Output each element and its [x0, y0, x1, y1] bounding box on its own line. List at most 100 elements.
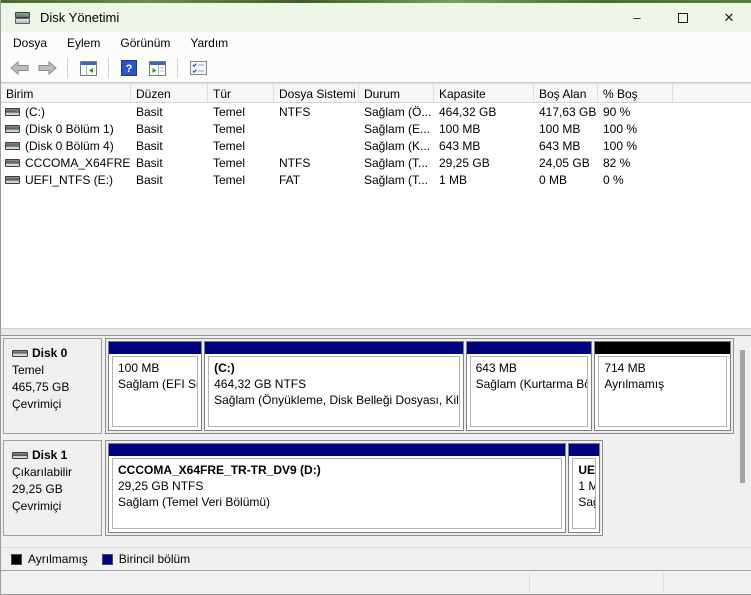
close-button[interactable]: ✕ [706, 3, 751, 32]
partition-status: Ayrılmamış [604, 377, 665, 391]
menu-view[interactable]: Görünüm [110, 33, 180, 53]
partition-efi[interactable]: 100 MB Sağlam (EFI Sis [108, 341, 203, 431]
partition-c[interactable]: (C:) 464,32 GB NTFS Sağlam (Önyükleme, D… [204, 341, 464, 431]
column-header-capacity[interactable]: Kapasite [434, 84, 534, 102]
drive-icon [5, 175, 20, 184]
volume-row[interactable]: (Disk 0 Bölüm 4) Basit Temel Sağlam (K..… [1, 137, 751, 154]
volume-name: (Disk 0 Bölüm 4) [25, 138, 114, 153]
primary-partition-bar [109, 342, 202, 354]
partition-size: 29,25 GB NTFS [118, 479, 204, 493]
disk1-kind: Çıkarılabilir [12, 465, 73, 479]
menu-help[interactable]: Yardım [180, 33, 238, 53]
disk1-name: Disk 1 [32, 448, 68, 462]
volume-name: (C:) [25, 104, 45, 119]
volume-name: (Disk 0 Bölüm 1) [25, 121, 114, 136]
disk-row-1: Disk 1 Çıkarılabilir 29,25 GB Çevrimiçi … [3, 440, 734, 536]
toolbar-separator [108, 58, 109, 78]
volume-type: Temel [213, 155, 246, 170]
status-bar [1, 571, 751, 595]
menu-bar: Dosya Eylem Görünüm Yardım [1, 32, 751, 54]
volume-freespace: 0 MB [539, 172, 568, 187]
volume-row[interactable]: UEFI_NTFS (E:) Basit Temel FAT Sağlam (T… [1, 171, 751, 188]
column-header-layout[interactable]: Düzen [131, 84, 208, 102]
pane-splitter[interactable] [1, 328, 751, 336]
partition-status: Sağ [578, 495, 595, 509]
volume-pctfree: 90 % [603, 104, 631, 119]
help-icon[interactable]: ? [117, 56, 141, 80]
title-bar[interactable]: Disk Yönetimi – ✕ [1, 3, 751, 32]
legend-bar: Ayrılmamış Birincil bölüm [1, 547, 751, 571]
disk1-size: 29,25 GB [12, 482, 63, 496]
volume-status: Sağlam (E... [364, 121, 431, 136]
partition-recovery[interactable]: 643 MB Sağlam (Kurtarma Böl [465, 341, 593, 431]
partition-d[interactable]: CCCOMA_X64FRE_TR-TR_DV9 (D:) 29,25 GB NT… [108, 443, 567, 533]
volume-layout: Basit [136, 104, 163, 119]
column-header-status[interactable]: Durum [359, 84, 434, 102]
volume-freespace: 643 MB [539, 138, 581, 153]
volume-pctfree: 100 % [603, 121, 638, 136]
back-icon[interactable] [7, 56, 31, 80]
volume-layout: Basit [136, 172, 163, 187]
volume-row[interactable]: (Disk 0 Bölüm 1) Basit Temel Sağlam (E..… [1, 120, 751, 137]
partition-size: 643 MB [475, 361, 517, 375]
volume-capacity: 643 MB [439, 138, 481, 153]
drive-icon [5, 141, 20, 150]
volume-capacity: 464,32 GB [439, 104, 497, 119]
scrollbar-thumb[interactable] [740, 350, 745, 483]
volume-pctfree: 0 % [603, 172, 624, 187]
partition-name: (C:) [214, 361, 235, 375]
maximize-icon [678, 12, 688, 23]
disk0-name: Disk 0 [32, 346, 68, 360]
volume-freespace: 100 MB [539, 121, 581, 136]
volume-type: Temel [213, 138, 246, 153]
partition-status: Sağlam (Kurtarma Böl [475, 377, 589, 391]
column-header-freespace[interactable]: Boş Alan [534, 84, 598, 102]
drive-icon [5, 158, 20, 167]
volume-layout: Basit [136, 121, 163, 136]
volume-filesystem: NTFS [279, 104, 311, 119]
column-header-filesystem[interactable]: Dosya Sistemi [274, 84, 359, 102]
column-header-volume[interactable]: Birim [1, 84, 131, 102]
show-hide-icon[interactable] [145, 56, 169, 80]
column-header-type[interactable]: Tür [208, 84, 274, 102]
disk1-status: Çevrimiçi [12, 499, 62, 513]
volume-capacity: 29,25 GB [439, 155, 490, 170]
volume-capacity: 100 MB [439, 121, 481, 136]
minimize-button[interactable]: – [614, 3, 660, 32]
console-tree-icon[interactable] [76, 56, 100, 80]
volume-freespace: 24,05 GB [539, 155, 590, 170]
volume-name: UEFI_NTFS (E:) [25, 172, 114, 187]
volume-filesystem: NTFS [279, 155, 311, 170]
legend-primary-partition: Birincil bölüm [101, 552, 190, 566]
disk0-size: 465,75 GB [12, 380, 70, 394]
volume-pctfree: 82 % [603, 155, 631, 170]
primary-partition-bar [205, 342, 463, 354]
volume-table-header: Birim Düzen Tür Dosya Sistemi Durum Kapa… [1, 83, 751, 103]
volume-row[interactable]: (C:) Basit Temel NTFS Sağlam (Ö... 464,3… [1, 103, 751, 120]
partition-size: 100 MB [118, 361, 160, 375]
window-title: Disk Yönetimi [40, 10, 120, 25]
vertical-scrollbar[interactable] [737, 338, 748, 545]
graphical-view-pane: Disk 0 Temel 465,75 GB Çevrimiçi 100 MB … [1, 336, 751, 547]
disk1-label-panel[interactable]: Disk 1 Çıkarılabilir 29,25 GB Çevrimiçi [3, 440, 102, 536]
menu-action[interactable]: Eylem [57, 33, 110, 53]
volume-type: Temel [213, 104, 246, 119]
partition-unallocated[interactable]: 714 MB Ayrılmamış [594, 341, 731, 431]
disk0-kind: Temel [12, 363, 45, 377]
volume-row[interactable]: CCCOMA_X64FRE... Basit Temel NTFS Sağlam… [1, 154, 751, 171]
status-divider [529, 574, 530, 592]
menu-file[interactable]: Dosya [3, 33, 57, 53]
volume-freespace: 417,63 GB [539, 104, 597, 119]
column-header-pctfree[interactable]: % Boş [598, 84, 673, 102]
forward-icon[interactable] [35, 56, 59, 80]
volume-pctfree: 100 % [603, 138, 638, 153]
partition-name: UE [578, 463, 596, 477]
properties-icon[interactable] [186, 56, 210, 80]
partition-uefi-ntfs[interactable]: UE 1 M Sağ [568, 443, 600, 533]
svg-text:?: ? [126, 63, 133, 75]
disk0-label-panel[interactable]: Disk 0 Temel 465,75 GB Çevrimiçi [3, 338, 102, 434]
volume-name: CCCOMA_X64FRE... [25, 155, 131, 170]
volume-list-pane: Birim Düzen Tür Dosya Sistemi Durum Kapa… [1, 83, 751, 328]
maximize-button[interactable] [660, 3, 706, 32]
legend-unallocated-label: Ayrılmamış [28, 552, 88, 566]
